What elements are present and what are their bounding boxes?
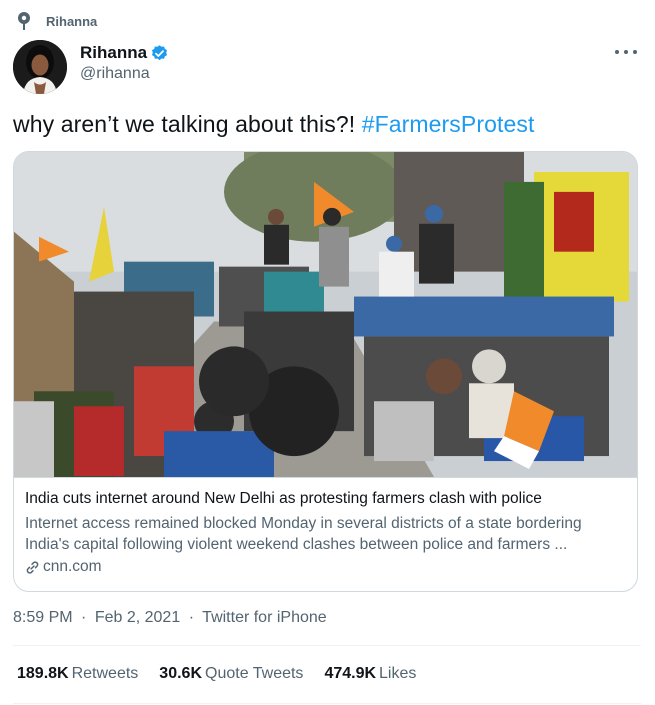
divider [13, 645, 641, 646]
link-preview-card[interactable]: India cuts internet around New Delhi as … [13, 151, 638, 592]
pin-icon [18, 12, 30, 30]
pinned-tweet-header: Rihanna [14, 10, 97, 32]
display-name[interactable]: Rihanna [80, 43, 147, 63]
user-handle[interactable]: @rihanna [80, 65, 150, 83]
engagement-stats: 189.8K Retweets 30.6K Quote Tweets 474.9K L… [17, 665, 437, 683]
link-icon [26, 560, 39, 574]
tweet-time[interactable]: 8:59 PM [13, 609, 73, 626]
card-domain-text[interactable]: cnn.com [43, 558, 102, 576]
avatar[interactable] [13, 40, 67, 94]
quote-tweets-stat[interactable]: 30.6K Quote Tweets [159, 665, 303, 683]
divider [13, 703, 641, 704]
author-name-row[interactable]: Rihanna [80, 43, 169, 63]
card-title[interactable]: India cuts internet around New Delhi as … [25, 490, 627, 508]
quote-tweets-label: Quote Tweets [205, 665, 304, 682]
tweet-source[interactable]: Twitter for iPhone [202, 609, 327, 626]
meta-separator: · [188, 609, 195, 626]
likes-count: 474.9K [324, 665, 377, 682]
retweets-label: Retweets [71, 665, 139, 682]
tweet-text: why aren’t we talking about this?! #Farm… [13, 111, 534, 138]
card-domain[interactable]: cnn.com [25, 558, 627, 576]
card-text[interactable]: India cuts internet around New Delhi as … [25, 490, 627, 576]
likes-label: Likes [379, 665, 417, 682]
more-options-icon[interactable] [615, 44, 637, 60]
news-photo-icon[interactable] [14, 152, 637, 478]
quote-tweets-count: 30.6K [159, 665, 202, 682]
tweet-text-body: why aren’t we talking about this?! [13, 111, 356, 137]
pinned-label: Rihanna [46, 13, 98, 29]
card-description: Internet access remained blocked Monday … [25, 515, 582, 553]
meta-separator: · [81, 609, 87, 626]
verified-badge-icon [152, 44, 168, 60]
likes-stat[interactable]: 474.9K Likes [324, 665, 416, 683]
tweet-date[interactable]: Feb 2, 2021 [95, 609, 180, 626]
retweets-count: 189.8K [17, 665, 69, 682]
retweets-stat[interactable]: 189.8K Retweets [17, 665, 138, 683]
hashtag-link[interactable]: #FarmersProtest [362, 111, 535, 137]
tweet-metadata: 8:59 PM · Feb 2, 2021 · Twitter for iPho… [13, 609, 327, 627]
profile-photo-icon [13, 40, 67, 94]
